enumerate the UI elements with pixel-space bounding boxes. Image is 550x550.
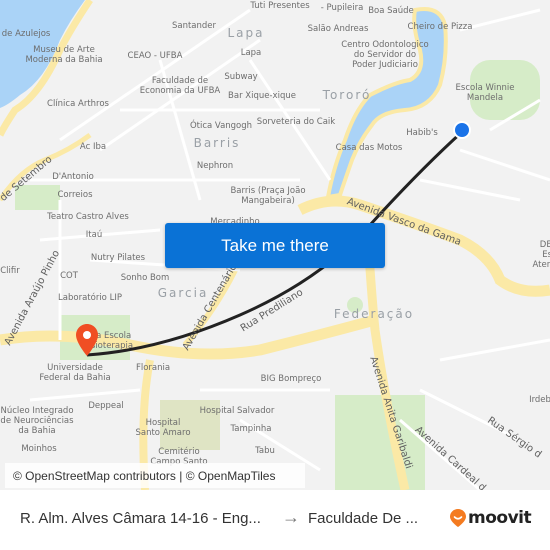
place-label: BIG Bompreço [260, 374, 322, 384]
neighborhood-label: Federação [333, 307, 415, 321]
park [335, 395, 425, 490]
place-label: Clifir [0, 266, 20, 276]
place-label: Correios [57, 190, 93, 200]
take-me-there-button[interactable]: Take me there [165, 223, 385, 268]
moovit-pin-icon [450, 509, 466, 527]
place-label: Sorveteria do Caik [256, 117, 336, 127]
place-label: Teatro Castro Alves [47, 212, 129, 222]
place-label: Irdeb [529, 395, 550, 405]
destination-name: Faculdade De ... [308, 510, 419, 527]
map-attribution[interactable]: © OpenStreetMap contributors | © OpenMap… [5, 463, 305, 488]
moovit-wordmark: moovit [468, 508, 532, 528]
lake-dique-do-tororo [325, 7, 448, 200]
place-label: Nutry Pilates [90, 253, 146, 263]
place-label: DEA Esp Atend [532, 240, 550, 270]
place-label: Clínica Arthros [47, 99, 109, 109]
place-label: CEAO - UFBA [127, 51, 183, 61]
place-label: Boa Saúde [368, 6, 414, 16]
place-label: COT [60, 271, 78, 281]
neighborhood-label: Garcia [157, 286, 209, 300]
place-label: Sonho Bom [120, 273, 170, 283]
place-label: Salão Andreas [307, 24, 369, 34]
place-label: Centro Odontologico do Servidor do Poder… [341, 40, 429, 70]
neighborhood-label: Barris [193, 136, 241, 150]
place-label: Santander [171, 21, 217, 31]
place-label: Escola Winnie Mandela [455, 83, 515, 103]
place-label: Itaú [85, 230, 103, 240]
destination-pin-icon[interactable] [76, 324, 98, 356]
place-label: Universidade Federal da Bahia [39, 363, 111, 383]
place-label: Lapa [240, 48, 262, 58]
place-label: D'Antonio [52, 172, 94, 182]
neighborhood-label: Tororó [322, 88, 372, 102]
place-label: Habib's [406, 128, 438, 138]
place-label: Bar Xique-xique [228, 91, 296, 101]
place-label: Florania [135, 363, 171, 373]
place-label: Cheiro de Pizza [407, 22, 473, 32]
map-view[interactable]: Lapa Barris Tororó Garcia Federação de S… [0, 0, 550, 490]
place-label: Faculdade de Economia da UFBA [139, 76, 221, 96]
place-label: Tuti Presentes [250, 1, 310, 11]
place-label: Casa das Motos [335, 143, 403, 153]
place-label: Subway [224, 72, 258, 82]
place-label: Tabu [255, 446, 275, 456]
place-label: Ótica Vangogh [189, 121, 253, 131]
place-label: Moinhos [21, 444, 57, 454]
place-label: Deppeal [88, 401, 124, 411]
place-label: Hospital Santo Amaro [135, 418, 191, 438]
route-footer: R. Alm. Alves Câmara 14-16 - Eng... → Fa… [0, 490, 550, 550]
neighborhood-label: Lapa [227, 26, 265, 40]
place-label: u de Azulejos [0, 29, 51, 39]
place-label: Laboratório LIP [58, 293, 122, 303]
origin-address: R. Alm. Alves Câmara 14-16 - Eng... [20, 510, 261, 527]
arrow-right-icon: → [282, 507, 300, 527]
place-label: Núcleo Integrado de Neurociências da Bah… [0, 406, 74, 436]
moovit-logo[interactable]: moovit [450, 508, 532, 528]
place-label: Hospital Salvador [199, 406, 275, 416]
place-label: - Pupileira [320, 3, 364, 13]
origin-location-dot[interactable] [453, 121, 471, 139]
place-label: Tampinha [230, 424, 272, 434]
place-label: Ac Iba [79, 142, 107, 152]
place-label: Nephron [196, 161, 234, 171]
place-label: Barris (Praça João Mangabeira) [230, 186, 306, 206]
place-label: Museu de Arte Moderna da Bahia [25, 45, 103, 65]
